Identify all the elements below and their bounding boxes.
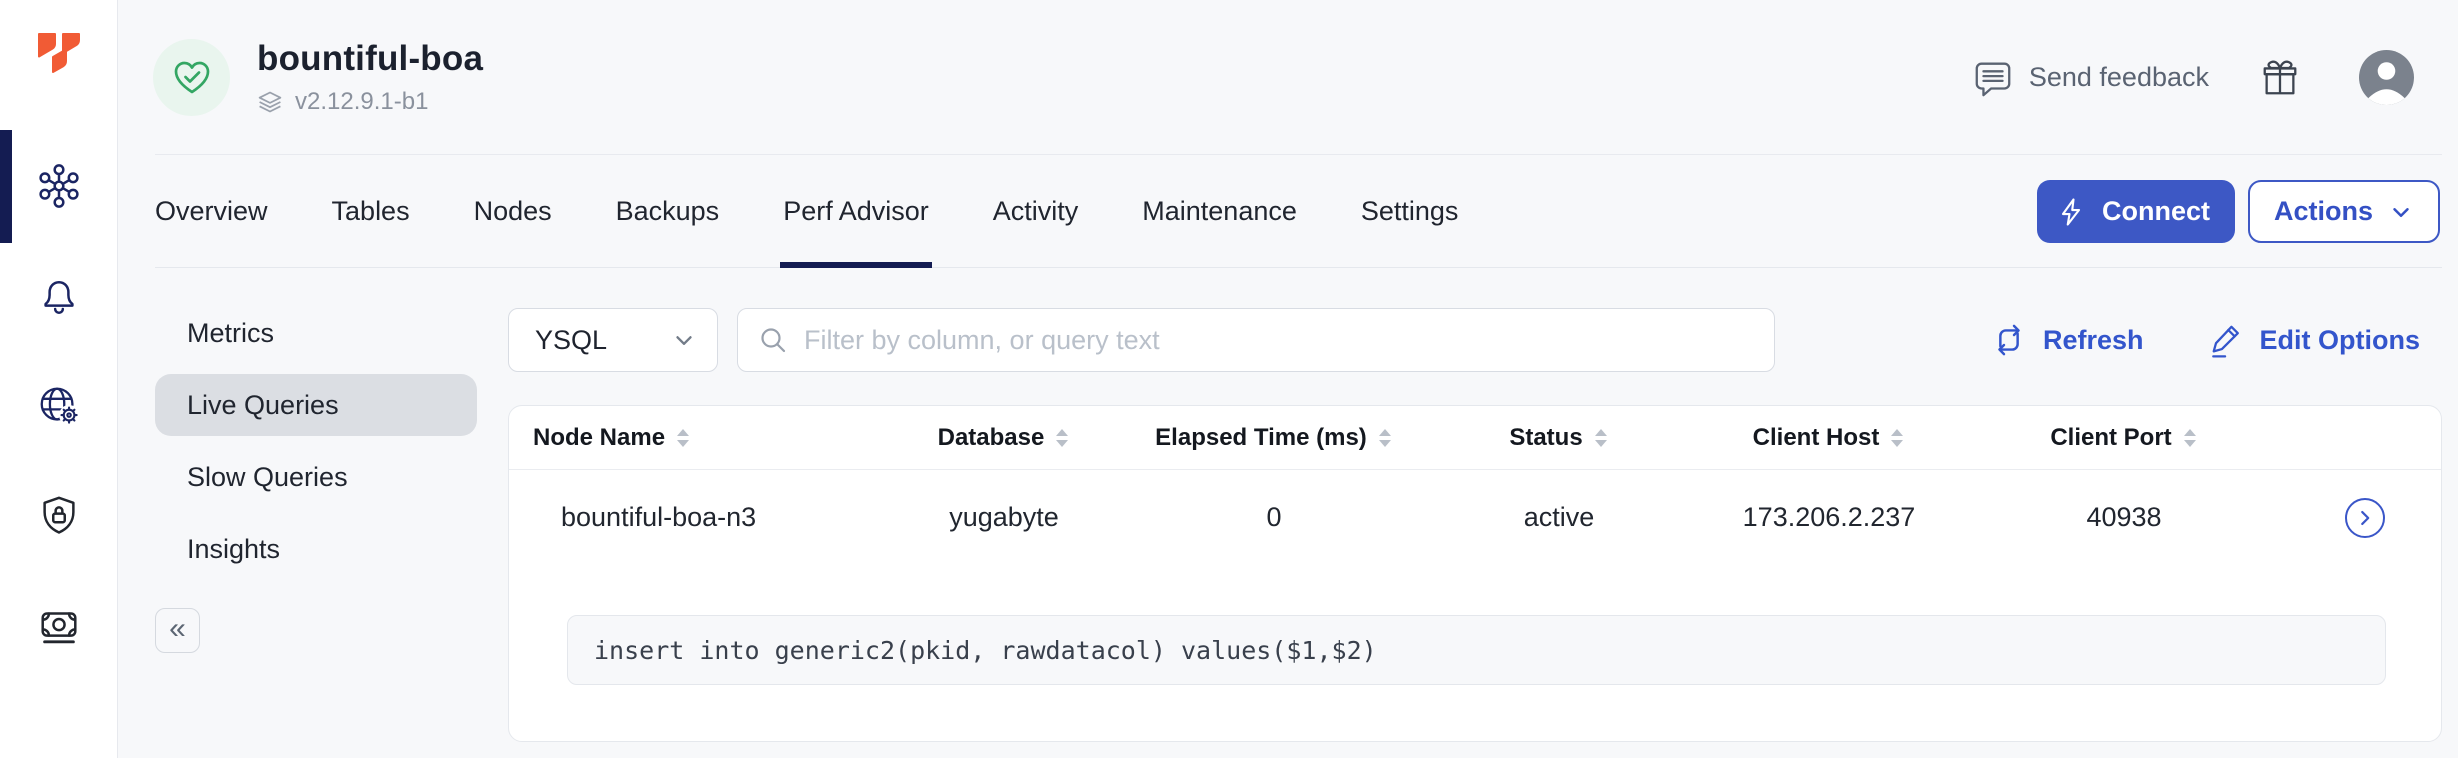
column-header-database[interactable]: Database [879, 424, 1129, 452]
feedback-bubble-icon [1972, 57, 2014, 99]
chevron-right-icon [2354, 507, 2376, 529]
header-actions: Send feedback [1972, 50, 2414, 105]
sort-icon [1593, 426, 1609, 450]
cell-client-port: 40938 [1959, 502, 2289, 533]
sort-icon [1377, 426, 1393, 450]
user-avatar[interactable] [2359, 50, 2414, 105]
column-label: Client Host [1753, 424, 1880, 452]
sidebar-item-clusters[interactable] [36, 163, 82, 209]
refresh-label: Refresh [2043, 325, 2144, 356]
sort-icon [1889, 426, 1905, 450]
tab-maintenance[interactable]: Maintenance [1142, 155, 1297, 268]
cell-elapsed-time: 0 [1129, 502, 1419, 533]
query-search-box [737, 308, 1775, 372]
tab-perf-advisor[interactable]: Perf Advisor [783, 155, 929, 268]
tab-backups[interactable]: Backups [616, 155, 720, 268]
actions-label: Actions [2274, 196, 2373, 227]
cluster-tab-bar: Overview Tables Nodes Backups Perf Advis… [118, 155, 2458, 268]
query-text-box: insert into generic2(pkid, rawdatacol) v… [567, 615, 2386, 685]
connect-label: Connect [2102, 196, 2210, 227]
column-label: Status [1509, 424, 1582, 452]
query-text: insert into generic2(pkid, rawdatacol) v… [594, 636, 1377, 665]
toolbar-links: Refresh Edit Options [1989, 320, 2420, 360]
filter-toolbar: YSQL [508, 308, 2442, 372]
search-icon [758, 325, 788, 355]
perf-advisor-subnav: Metrics Live Queries Slow Queries Insigh… [155, 302, 477, 758]
avatar-icon [2359, 50, 2414, 105]
cluster-version: v2.12.9.1-b1 [295, 88, 428, 116]
subnav-item-metrics[interactable]: Metrics [155, 302, 477, 364]
column-label: Client Port [2050, 424, 2171, 452]
column-header-status[interactable]: Status [1419, 424, 1699, 452]
cluster-text: bountiful-boa v2.12.9.1-b1 [257, 39, 483, 116]
cell-client-host: 173.206.2.237 [1699, 502, 1959, 533]
cluster-header: bountiful-boa v2.12.9.1-b1 Send feedback [118, 0, 2458, 155]
perf-advisor-content: Metrics Live Queries Slow Queries Insigh… [118, 268, 2458, 758]
edit-options-button[interactable]: Edit Options [2206, 320, 2420, 360]
edit-options-label: Edit Options [2260, 325, 2420, 356]
collapse-chevrons-icon: « [169, 614, 186, 644]
gift-button[interactable] [2259, 57, 2301, 99]
tab-activity[interactable]: Activity [993, 155, 1079, 268]
refresh-button[interactable]: Refresh [1989, 320, 2144, 360]
table-header-row: Node Name Database Elapsed Time (ms) Sta… [509, 406, 2441, 470]
column-label: Database [938, 424, 1045, 452]
icon-rail [0, 0, 118, 758]
chevron-down-icon [671, 327, 697, 353]
live-queries-table: Node Name Database Elapsed Time (ms) Sta… [508, 405, 2442, 742]
tab-settings[interactable]: Settings [1361, 155, 1459, 268]
sidebar-item-network[interactable] [36, 383, 82, 429]
api-type-select[interactable]: YSQL [508, 308, 718, 372]
sort-icon [1054, 426, 1070, 450]
page-title: bountiful-boa [257, 39, 483, 79]
column-label: Node Name [533, 424, 665, 452]
connect-button[interactable]: Connect [2037, 180, 2235, 243]
send-feedback-button[interactable]: Send feedback [1972, 57, 2209, 99]
heart-check-icon [170, 56, 214, 100]
row-details-button[interactable] [2345, 498, 2385, 538]
tab-nodes[interactable]: Nodes [474, 155, 552, 268]
api-type-value: YSQL [535, 325, 607, 356]
subnav-item-live-queries[interactable]: Live Queries [155, 374, 477, 436]
sidebar-item-billing[interactable] [36, 603, 82, 649]
column-header-client-host[interactable]: Client Host [1699, 424, 1959, 452]
cluster-action-buttons: Connect Actions [2037, 155, 2440, 268]
layers-icon [257, 89, 283, 115]
lightning-icon [2057, 197, 2087, 227]
refresh-icon [1989, 320, 2029, 360]
live-queries-panel: YSQL [508, 302, 2442, 758]
actions-button[interactable]: Actions [2248, 180, 2440, 243]
rail-active-indicator [0, 130, 12, 243]
tabs: Overview Tables Nodes Backups Perf Advis… [155, 155, 1458, 268]
subnav-item-slow-queries[interactable]: Slow Queries [155, 446, 477, 508]
column-header-client-port[interactable]: Client Port [1959, 424, 2289, 452]
sort-icon [675, 426, 691, 450]
search-input[interactable] [802, 324, 1754, 357]
send-feedback-label: Send feedback [2029, 62, 2209, 93]
collapse-sidenav-button[interactable]: « [155, 608, 200, 653]
column-header-node-name[interactable]: Node Name [509, 424, 879, 452]
sidebar-item-alerts[interactable] [36, 273, 82, 319]
table-row[interactable]: bountiful-boa-n3 yugabyte 0 active 173.2… [509, 470, 2441, 565]
sort-icon [2182, 426, 2198, 450]
column-header-elapsed-time[interactable]: Elapsed Time (ms) [1129, 424, 1419, 452]
yugabyte-logo[interactable] [35, 30, 83, 82]
column-label: Elapsed Time (ms) [1155, 424, 1367, 452]
cell-status: active [1419, 502, 1699, 533]
chevron-down-icon [2388, 199, 2414, 225]
tab-overview[interactable]: Overview [155, 155, 268, 268]
subnav-item-insights[interactable]: Insights [155, 518, 477, 580]
cell-database: yugabyte [879, 502, 1129, 533]
cell-node-name: bountiful-boa-n3 [509, 502, 879, 533]
rail-nav [0, 163, 117, 649]
pencil-icon [2206, 320, 2246, 360]
gift-icon [2259, 57, 2301, 99]
main-region: bountiful-boa v2.12.9.1-b1 Send feedback [118, 0, 2458, 758]
version-row: v2.12.9.1-b1 [257, 88, 483, 116]
expander-cell [2289, 498, 2441, 538]
tab-tables[interactable]: Tables [332, 155, 410, 268]
cluster-health-badge [153, 39, 230, 116]
sidebar-item-security[interactable] [36, 493, 82, 539]
